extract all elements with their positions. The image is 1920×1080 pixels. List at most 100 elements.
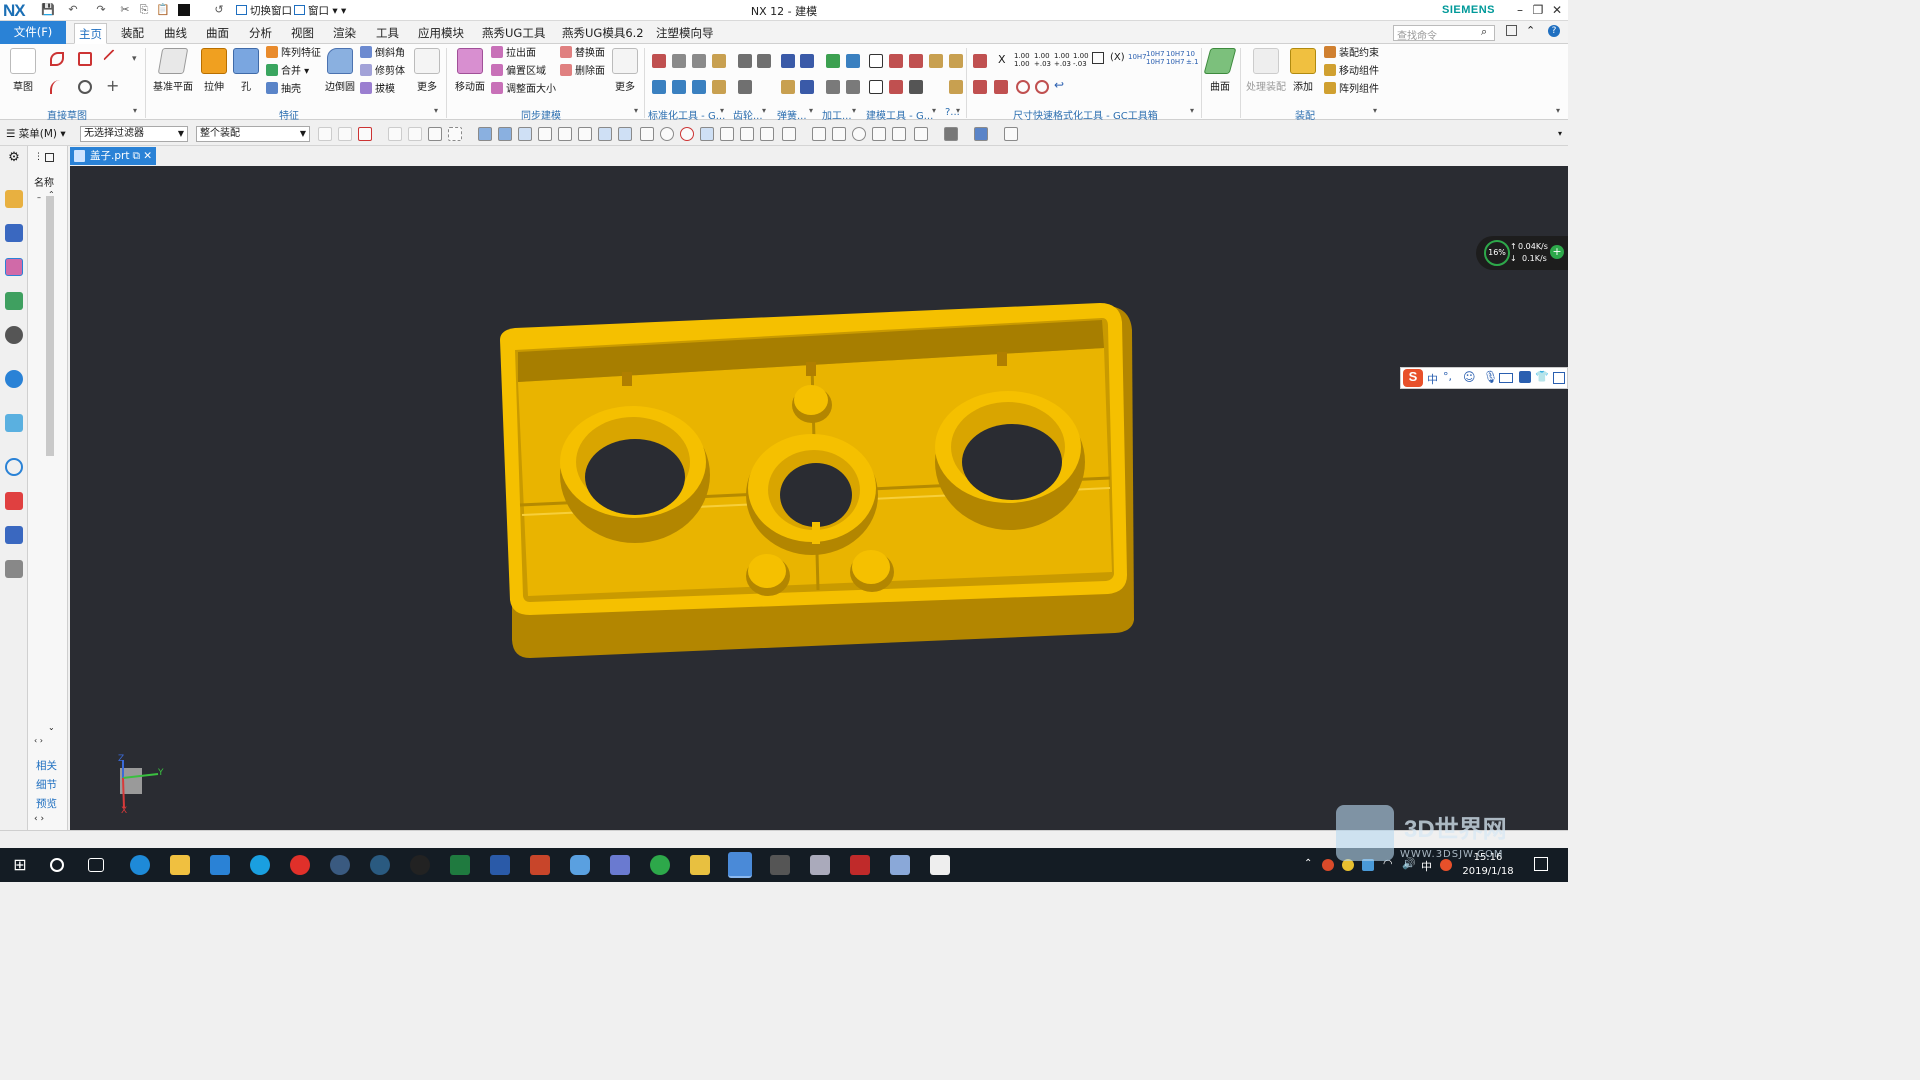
task-view-icon[interactable] bbox=[88, 858, 104, 872]
dim-tool-icon[interactable] bbox=[994, 80, 1008, 94]
sketch-button[interactable]: 草图 bbox=[5, 48, 41, 104]
group-menu-arrow[interactable]: ▾ bbox=[932, 106, 936, 115]
group-menu-arrow[interactable]: ▾ bbox=[852, 106, 856, 115]
dim-format-button[interactable]: 10H7 10H7 bbox=[1146, 50, 1165, 66]
view-tool-icon[interactable] bbox=[832, 127, 846, 141]
collapse-ribbon-icon[interactable]: ⌃ bbox=[1526, 24, 1535, 37]
pattern-component-button[interactable]: 阵列组件 bbox=[1324, 82, 1379, 98]
group-menu-arrow[interactable]: ▾ bbox=[434, 106, 438, 115]
snap-icon[interactable] bbox=[700, 127, 714, 141]
selection-filter-dropdown[interactable]: 无选择过滤器 ▼ bbox=[80, 126, 188, 142]
tab-view[interactable]: 视图 bbox=[287, 23, 318, 44]
group-menu-arrow[interactable]: ▾ bbox=[634, 106, 638, 115]
restore-button[interactable]: ❐ bbox=[1530, 2, 1546, 18]
tab-application[interactable]: 应用模块 bbox=[414, 23, 468, 44]
details-panel-link[interactable]: 细节 bbox=[36, 777, 57, 792]
std-tool-icon[interactable] bbox=[652, 80, 666, 94]
rectangle-select-icon[interactable] bbox=[448, 127, 462, 141]
tab-assembly[interactable]: 装配 bbox=[117, 23, 148, 44]
windows-start-icon[interactable]: ⊞ bbox=[10, 855, 30, 875]
powerpoint-icon[interactable] bbox=[530, 855, 550, 875]
settings-gear-icon[interactable]: ⚙ bbox=[5, 150, 23, 168]
ribbon-options-icon[interactable] bbox=[1506, 25, 1517, 36]
select-tool-icon[interactable] bbox=[408, 127, 422, 141]
tray-expand-icon[interactable]: ⌃ bbox=[1304, 858, 1312, 869]
group-menu-arrow[interactable]: ▾ bbox=[956, 106, 960, 115]
select-tool-icon[interactable] bbox=[338, 127, 352, 141]
select-tool-icon[interactable] bbox=[388, 127, 402, 141]
tab-surface[interactable]: 曲面 bbox=[202, 23, 233, 44]
graphics-viewport[interactable]: Z Y X bbox=[70, 166, 1568, 830]
music-app-icon[interactable] bbox=[290, 855, 310, 875]
trim-body-button[interactable]: 修剪体 bbox=[360, 64, 405, 80]
dim-format-button[interactable]: 1.00 +.03 bbox=[1054, 52, 1071, 68]
dim-format-button[interactable]: 10H7 bbox=[1128, 53, 1147, 61]
delete-face-button[interactable]: 删除面 bbox=[560, 64, 605, 80]
pin-icon[interactable]: ⋮ bbox=[34, 152, 43, 162]
offset-region-button[interactable]: 偏置区域 bbox=[491, 64, 546, 80]
selection-scope-dropdown[interactable]: 整个装配 ▼ bbox=[196, 126, 310, 142]
shell-button[interactable]: 抽壳 bbox=[266, 82, 301, 98]
process-assembly-button[interactable]: 处理装配 bbox=[1244, 48, 1288, 104]
panel-scroll-arrows[interactable]: ‹ › bbox=[34, 814, 44, 824]
clock-icon[interactable] bbox=[5, 458, 23, 476]
dim-undo-icon[interactable]: ↩ bbox=[1054, 78, 1064, 92]
std-tool-icon[interactable] bbox=[672, 54, 686, 68]
minimize-button[interactable]: – bbox=[1512, 2, 1528, 18]
user-icon[interactable] bbox=[1519, 371, 1531, 383]
replace-face-button[interactable]: 替换面 bbox=[560, 46, 605, 62]
command-search-input[interactable]: 查找命令 bbox=[1393, 25, 1495, 42]
dim-format-button[interactable]: 1.00 +.03 bbox=[1034, 52, 1051, 68]
emoji-icon[interactable]: ☺ bbox=[1463, 370, 1476, 384]
navigator-scrollbar[interactable] bbox=[46, 196, 54, 456]
sketch-more-arrow[interactable]: ▾ bbox=[132, 54, 137, 64]
dim-format-button[interactable]: 1.00 -.03 bbox=[1073, 52, 1089, 68]
group-menu-arrow[interactable]: ▾ bbox=[762, 106, 766, 115]
machining-tool-icon[interactable] bbox=[826, 80, 840, 94]
machining-tool-icon[interactable] bbox=[846, 80, 860, 94]
app-icon[interactable] bbox=[890, 855, 910, 875]
view-tool-icon[interactable] bbox=[914, 127, 928, 141]
std-tool-icon[interactable] bbox=[652, 54, 666, 68]
group-menu-arrow[interactable]: ▾ bbox=[809, 106, 813, 115]
color-swatch-icon[interactable] bbox=[178, 4, 190, 16]
snap-icon[interactable] bbox=[640, 127, 654, 141]
modeling-tool-icon[interactable] bbox=[909, 80, 923, 94]
wechat-icon[interactable] bbox=[650, 855, 670, 875]
snap-icon[interactable] bbox=[782, 127, 796, 141]
assembly-constraint-button[interactable]: 装配约束 bbox=[1324, 46, 1379, 62]
skin-icon[interactable]: 👕 bbox=[1535, 370, 1549, 383]
history-icon[interactable] bbox=[5, 414, 23, 432]
modeling-tool-icon[interactable] bbox=[869, 54, 883, 68]
document-tab[interactable]: 盖子.prt ⧉ ✕ bbox=[70, 147, 156, 165]
modeling-tool-icon[interactable] bbox=[889, 80, 903, 94]
snap-icon[interactable] bbox=[498, 127, 512, 141]
process-icon[interactable] bbox=[5, 560, 23, 578]
file-explorer-icon[interactable] bbox=[170, 855, 190, 875]
app-icon[interactable] bbox=[570, 855, 590, 875]
app-icon[interactable] bbox=[810, 855, 830, 875]
dim-format-button[interactable]: 1.00 1.00 bbox=[1014, 52, 1030, 68]
browser-icon[interactable] bbox=[250, 855, 270, 875]
toolbar-overflow-arrow[interactable]: ▾ bbox=[1558, 129, 1562, 138]
folder-icon[interactable] bbox=[690, 855, 710, 875]
part-navigator-icon[interactable] bbox=[5, 258, 23, 276]
dim-format-button[interactable]: 10 ±.1 bbox=[1186, 50, 1200, 66]
nx-app-icon[interactable] bbox=[728, 852, 752, 878]
view-tool-icon[interactable] bbox=[892, 127, 906, 141]
render-style-icon[interactable] bbox=[944, 127, 958, 141]
window-menu-button[interactable]: 窗口 ▾ ▾ bbox=[294, 3, 346, 18]
tab-analysis[interactable]: 分析 bbox=[245, 23, 276, 44]
machining-tool-icon[interactable] bbox=[826, 54, 840, 68]
redo-icon[interactable]: ↷ bbox=[94, 3, 108, 17]
misc-tool-icon[interactable] bbox=[949, 80, 963, 94]
datum-plane-button[interactable]: 基准平面 bbox=[152, 48, 194, 104]
modeling-tool-icon[interactable] bbox=[909, 54, 923, 68]
view-tool-icon[interactable] bbox=[812, 127, 826, 141]
dim-tool-icon[interactable] bbox=[973, 80, 987, 94]
tab-mold-wizard[interactable]: 注塑模向导 bbox=[652, 23, 718, 44]
gear-tool-icon[interactable] bbox=[757, 54, 771, 68]
tab-home[interactable]: 主页 bbox=[74, 23, 107, 44]
profile-icon[interactable] bbox=[50, 52, 64, 66]
copy-icon[interactable]: ⎘ bbox=[137, 3, 151, 17]
